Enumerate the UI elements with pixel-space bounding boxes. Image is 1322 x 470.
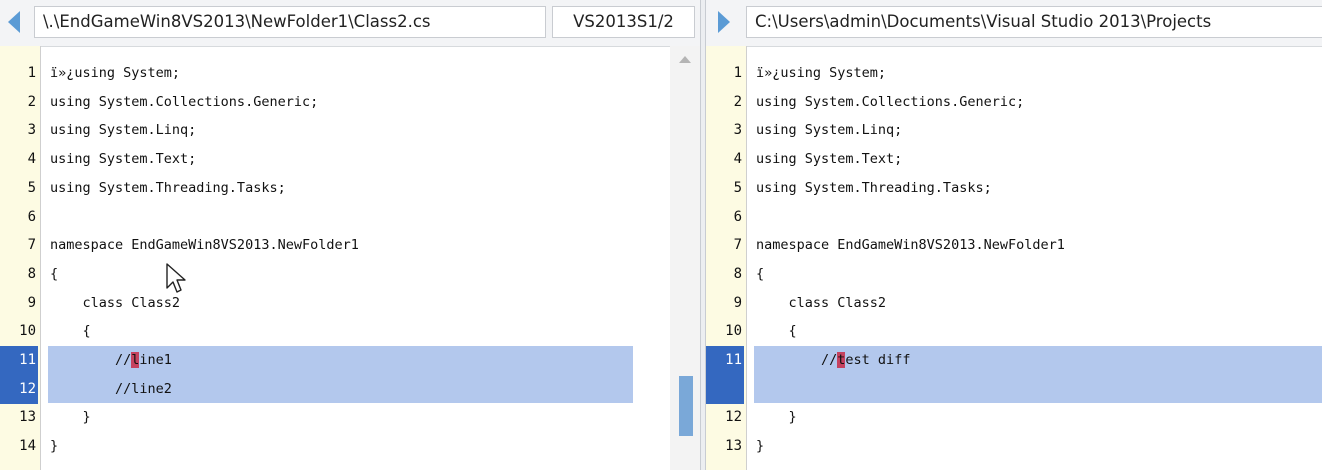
line-number: 4 <box>733 151 742 168</box>
line-number: 2 <box>733 93 742 110</box>
code-line: using System.Collections.Generic; <box>50 93 319 110</box>
line-number: 13 <box>19 409 36 426</box>
line-number: 8 <box>27 265 36 282</box>
line-number-placeholder <box>706 374 744 404</box>
next-difference-arrow-icon[interactable] <box>718 11 730 33</box>
code-text: est diff <box>845 352 911 368</box>
line-number: 3 <box>733 122 742 139</box>
left-file-path[interactable]: \.\EndGameWin8VS2013\NewFolder1\Class2.c… <box>34 6 546 38</box>
line-number: 11 <box>0 346 38 375</box>
code-line: namespace EndGameWin8VS2013.NewFolder1 <box>756 237 1065 254</box>
code-line: class Class2 <box>50 294 181 311</box>
line-number: 9 <box>733 294 742 311</box>
scroll-up-arrow-icon[interactable] <box>679 56 691 63</box>
code-line: namespace EndGameWin8VS2013.NewFolder1 <box>50 237 359 254</box>
line-number: 10 <box>725 323 742 340</box>
code-text: // <box>756 352 838 368</box>
right-file-path[interactable]: C:\Users\admin\Documents\Visual Studio 2… <box>746 6 1322 38</box>
right-file-header: C:\Users\admin\Documents\Visual Studio 2… <box>706 0 1322 47</box>
right-file-pane: C:\Users\admin\Documents\Visual Studio 2… <box>706 0 1322 470</box>
line-number: 6 <box>27 208 36 225</box>
code-text: // <box>50 352 132 368</box>
code-line: class Class2 <box>756 294 887 311</box>
code-line: } <box>756 409 797 426</box>
line-number: 11 <box>706 346 744 375</box>
line-number: 2 <box>27 93 36 110</box>
code-line: } <box>50 438 59 455</box>
line-number: 12 <box>725 409 742 426</box>
line-number: 5 <box>733 179 742 196</box>
line-number: 9 <box>27 294 36 311</box>
code-line: using System.Threading.Tasks; <box>50 179 286 196</box>
code-line: ï»¿using System; <box>756 65 887 81</box>
line-number: 14 <box>19 438 36 455</box>
code-line: } <box>50 409 91 426</box>
code-line: using System.Threading.Tasks; <box>756 179 992 196</box>
scrollbar-thumb[interactable] <box>679 376 693 436</box>
code-text: ine1 <box>139 352 172 368</box>
code-line: ï»¿using System; <box>50 65 181 81</box>
line-number: 4 <box>27 151 36 168</box>
left-file-header: \.\EndGameWin8VS2013\NewFolder1\Class2.c… <box>0 0 700 47</box>
code-line: //line2 <box>50 380 172 397</box>
line-number: 5 <box>27 179 36 196</box>
line-number: 13 <box>725 438 742 455</box>
line-number: 6 <box>733 208 742 225</box>
line-number: 12 <box>0 374 38 404</box>
line-number: 7 <box>733 237 742 254</box>
code-line: { <box>50 265 59 282</box>
line-number: 1 <box>27 65 36 81</box>
line-number: 7 <box>27 237 36 254</box>
previous-difference-arrow-icon[interactable] <box>8 11 20 33</box>
code-line: { <box>50 323 91 340</box>
line-number: 3 <box>27 122 36 139</box>
left-vertical-scrollbar[interactable] <box>670 46 700 470</box>
code-line: } <box>756 438 765 455</box>
line-number: 1 <box>733 65 742 81</box>
code-line: using System.Linq; <box>50 122 197 139</box>
line-number: 8 <box>733 265 742 282</box>
code-line: { <box>756 265 765 282</box>
code-line: using System.Collections.Generic; <box>756 93 1025 110</box>
left-version-label[interactable]: VS2013S1/2 <box>552 6 695 38</box>
code-line: using System.Linq; <box>756 122 903 139</box>
code-line: //test diff <box>756 346 910 375</box>
code-line: { <box>756 323 797 340</box>
line-number: 10 <box>19 323 36 340</box>
code-line: using System.Text; <box>756 151 903 168</box>
left-file-pane: \.\EndGameWin8VS2013\NewFolder1\Class2.c… <box>0 0 700 470</box>
code-line: using System.Text; <box>50 151 197 168</box>
code-line: //line1 <box>50 346 172 375</box>
